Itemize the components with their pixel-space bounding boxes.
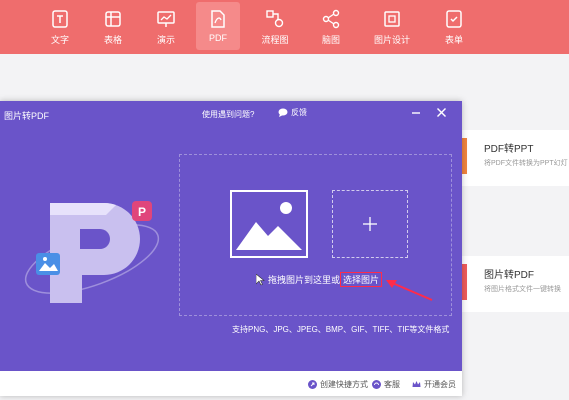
nav-label: PDF (209, 33, 227, 43)
nav-item-form[interactable]: 表单 (432, 0, 476, 54)
service-label: 客服 (384, 380, 400, 389)
nav-label: 表单 (444, 35, 463, 45)
vip-label: 开通会员 (424, 380, 456, 389)
crown-icon (412, 381, 421, 387)
nav-label: 脑图 (321, 35, 340, 45)
image-to-pdf-dialog: 图片转PDF 使用遇到问题? 反馈 P 拖拽图片到这里或 选择图片 支持PNG、… (0, 101, 462, 396)
card-title: PDF转PPT (484, 144, 534, 155)
nav-label: 图片设计 (373, 35, 410, 45)
customer-service-button[interactable]: 客服 (372, 379, 400, 390)
nav-item-mindmap[interactable]: 脑图 (309, 0, 353, 54)
drop-hint-text: 拖拽图片到这里或 (268, 275, 341, 285)
tool-card-image-to-pdf[interactable]: 图片转PDF 将图片格式文件一键转换 (462, 256, 569, 312)
image-design-icon (384, 11, 400, 27)
card-accent (462, 138, 467, 174)
close-icon[interactable] (436, 107, 447, 118)
mindmap-icon (322, 9, 340, 29)
image-icon (236, 202, 302, 250)
presentation-icon (157, 11, 175, 27)
app-ribbon: 文字 表格 演示 PDF 流程图 脑图 图片设计 表单 (0, 0, 569, 54)
card-accent (462, 264, 467, 300)
mouse-cursor-icon (256, 273, 265, 285)
nav-label: 演示 (156, 35, 175, 45)
text-doc-icon (52, 10, 68, 28)
image-placeholder (230, 190, 308, 258)
headset-icon (372, 380, 381, 389)
nav-item-presentation[interactable]: 演示 (144, 0, 188, 54)
help-link[interactable]: 使用遇到问题? (202, 109, 254, 120)
card-desc: 将图片格式文件一键转换 (484, 286, 561, 293)
nav-label: 表格 (103, 35, 122, 45)
nav-item-image-design[interactable]: 图片设计 (370, 0, 414, 54)
form-icon (446, 10, 462, 28)
feedback-label: 反馈 (291, 108, 307, 117)
plus-icon (363, 217, 377, 231)
nav-label: 文字 (50, 35, 69, 45)
nav-item-text[interactable]: 文字 (38, 0, 82, 54)
nav-item-table[interactable]: 表格 (91, 0, 135, 54)
create-shortcut-button[interactable]: 创建快捷方式 (308, 379, 368, 390)
table-icon (105, 11, 121, 27)
annotation-arrow (386, 280, 433, 301)
card-title: 图片转PDF (484, 270, 534, 281)
drop-hint: 拖拽图片到这里或 选择图片 (256, 272, 383, 287)
nav-item-flowchart[interactable]: 流程图 (253, 0, 297, 54)
app-logo-illustration: P (24, 201, 160, 303)
card-desc: 将PDF文件转换为PPT幻灯 (484, 160, 568, 167)
open-vip-button[interactable]: 开通会员 (412, 379, 456, 390)
feedback-button[interactable]: 反馈 (278, 107, 307, 118)
choose-image-link[interactable]: 选择图片 (340, 272, 383, 287)
chat-bubble-icon (278, 108, 288, 117)
dialog-title: 图片转PDF (4, 111, 50, 121)
nav-item-pdf[interactable]: PDF (196, 2, 240, 50)
shortcut-icon (308, 380, 317, 389)
flowchart-icon (266, 10, 284, 28)
nav-label: 流程图 (261, 35, 289, 45)
dialog-footer: 创建快捷方式 客服 开通会员 (0, 371, 462, 396)
add-image-button[interactable] (332, 190, 408, 258)
minimize-icon[interactable] (411, 109, 421, 117)
supported-formats: 支持PNG、JPG、JPEG、BMP、GIF、TIFF、TIF等文件格式 (232, 325, 450, 334)
dialog-body: 图片转PDF 使用遇到问题? 反馈 P 拖拽图片到这里或 选择图片 支持PNG、… (0, 101, 462, 371)
shortcut-label: 创建快捷方式 (320, 380, 368, 389)
svg-text:P: P (138, 205, 146, 219)
pdf-icon (211, 10, 225, 28)
tool-card-pdf-to-ppt[interactable]: PDF转PPT 将PDF文件转换为PPT幻灯 (462, 130, 569, 186)
